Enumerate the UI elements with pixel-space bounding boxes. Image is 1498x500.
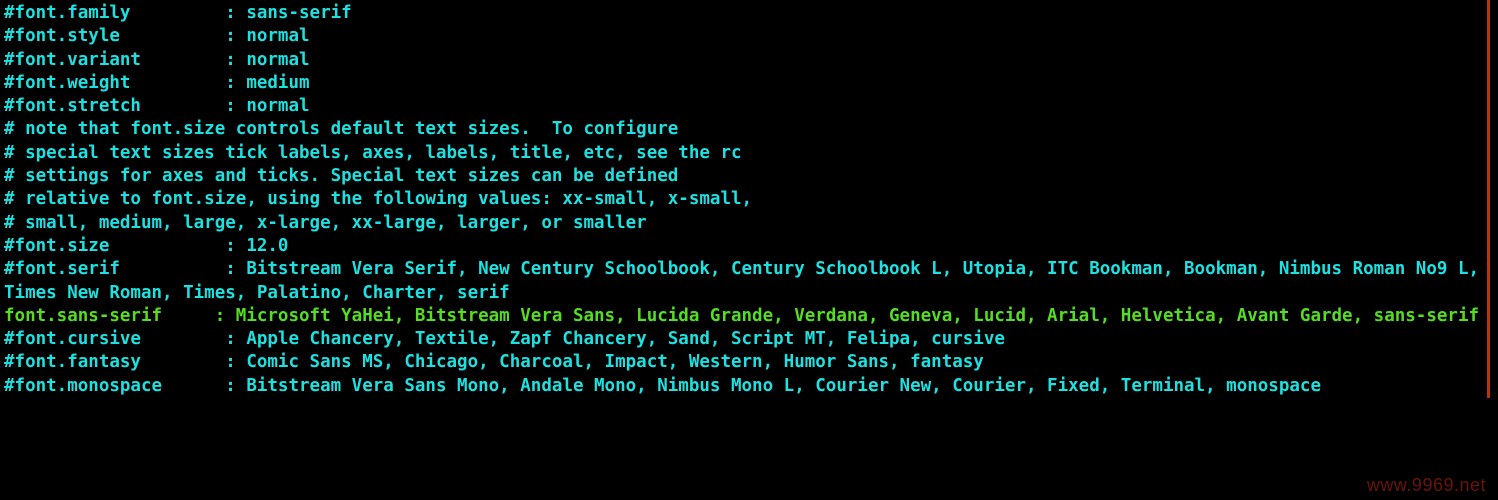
config-line: # special text sizes tick labels, axes, … [4,143,742,163]
config-line: # small, medium, large, x-large, xx-larg… [4,213,647,233]
watermark-text: www.9969.net [1367,475,1486,496]
config-line: #font.size : 12.0 [4,236,288,256]
config-line: #font.variant : normal [4,50,310,70]
config-line: #font.fantasy : Comic Sans MS, Chicago, … [4,352,984,372]
config-line: # settings for axes and ticks. Special t… [4,166,678,186]
config-line-active: font.sans-serif : Microsoft YaHei, Bitst… [4,306,1479,326]
config-line: # note that font.size controls default t… [4,119,678,139]
config-line: #font.cursive : Apple Chancery, Textile,… [4,329,1005,349]
config-line: #font.style : normal [4,26,310,46]
config-line: #font.stretch : normal [4,96,310,116]
config-line: #font.weight : medium [4,73,310,93]
config-line: #font.serif : Bitstream Vera Serif, New … [4,259,1490,302]
config-file-view: #font.family : sans-serif #font.style : … [0,0,1490,398]
config-line: #font.family : sans-serif [4,3,352,23]
config-line: # relative to font.size, using the follo… [4,189,752,209]
config-line: #font.monospace : Bitstream Vera Sans Mo… [4,376,1321,396]
